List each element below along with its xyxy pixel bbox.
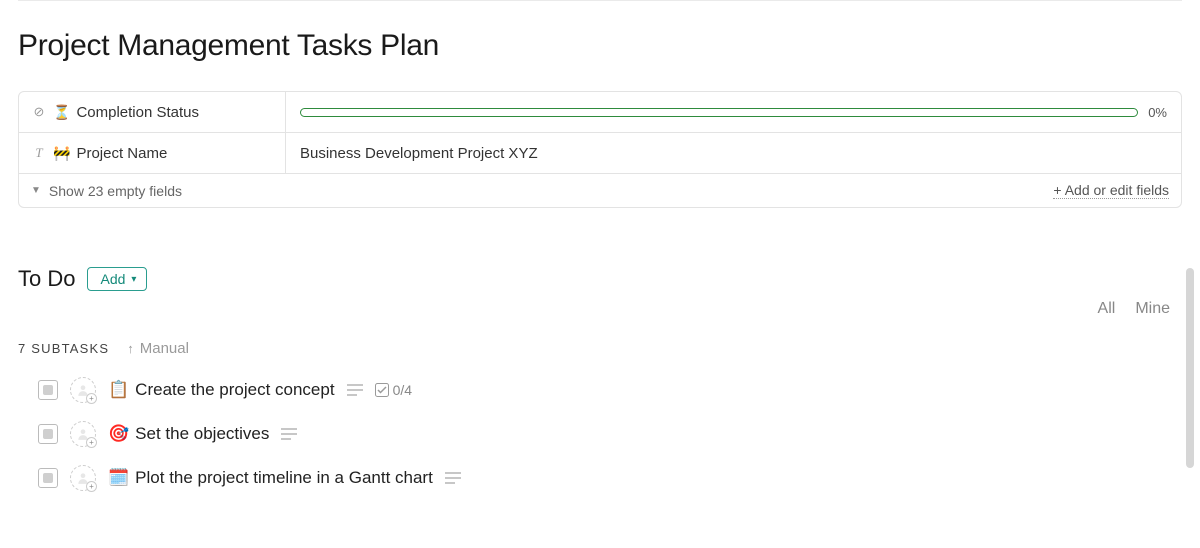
scrollbar-thumb[interactable]: [1186, 268, 1194, 468]
add-button-label: Add: [100, 271, 125, 287]
filter-mine[interactable]: Mine: [1135, 300, 1170, 318]
link-type-icon: ⊘: [31, 104, 47, 120]
page-title: Project Management Tasks Plan: [18, 29, 1182, 63]
plus-badge-icon: +: [86, 481, 97, 492]
add-edit-fields[interactable]: + Add or edit fields: [1053, 182, 1169, 199]
progress-percent: 0%: [1148, 105, 1167, 120]
caret-down-icon: ▼: [31, 185, 41, 196]
task-checkbox[interactable]: [38, 468, 58, 488]
add-button[interactable]: Add ▾: [87, 267, 147, 291]
subtasks-meta: 7 SUBTASKS ↑ Manual: [18, 340, 1182, 357]
assignee-picker[interactable]: +: [70, 421, 96, 447]
field-row-completion: ⊘ ⏳ Completion Status 0%: [19, 92, 1181, 133]
task-checkbox[interactable]: [38, 380, 58, 400]
field-label-project-name: T 🚧 Project Name: [19, 133, 286, 173]
checklist-count: 0/4: [393, 382, 412, 398]
field-label-completion: ⊘ ⏳ Completion Status: [19, 92, 286, 132]
task-list: + 📋 Create the project concept 0/4 + 🎯 Set…: [18, 377, 1182, 491]
todo-heading: To Do: [18, 266, 75, 292]
task-filters: All Mine: [1098, 300, 1170, 318]
target-icon: 🎯: [108, 424, 129, 443]
field-label-text: Project Name: [76, 145, 167, 162]
description-icon: [281, 428, 297, 440]
assignee-picker[interactable]: +: [70, 377, 96, 403]
task-title[interactable]: 📋 Create the project concept: [108, 380, 335, 400]
show-empty-fields[interactable]: ▼ Show 23 empty fields: [31, 183, 182, 199]
task-title-text: Set the objectives: [135, 424, 269, 443]
progress-bar: [300, 108, 1138, 117]
fields-table: ⊘ ⏳ Completion Status 0% T 🚧 Project Nam…: [18, 91, 1182, 208]
sort-label: Manual: [140, 340, 189, 357]
task-checkbox[interactable]: [38, 424, 58, 444]
sort-toggle[interactable]: ↑ Manual: [127, 340, 189, 357]
task-row[interactable]: + 🎯 Set the objectives: [38, 421, 1182, 447]
description-icon: [445, 472, 461, 484]
construction-icon: 🚧: [53, 145, 70, 162]
task-row[interactable]: + 📋 Create the project concept 0/4: [38, 377, 1182, 403]
task-title-text: Create the project concept: [135, 380, 334, 399]
text-type-icon: T: [31, 145, 47, 161]
hourglass-icon: ⏳: [53, 104, 70, 121]
task-row[interactable]: + 🗓️ Plot the project timeline in a Gantt…: [38, 465, 1182, 491]
assignee-picker[interactable]: +: [70, 465, 96, 491]
filter-all[interactable]: All: [1098, 300, 1116, 318]
checklist-indicator[interactable]: 0/4: [375, 382, 412, 398]
field-row-project-name: T 🚧 Project Name Business Development Pr…: [19, 133, 1181, 174]
caret-down-icon: ▾: [131, 274, 136, 285]
todo-section-header: To Do Add ▾: [18, 266, 1182, 292]
scrollbar[interactable]: [1186, 8, 1196, 540]
field-label-text: Completion Status: [76, 104, 199, 121]
fields-footer: ▼ Show 23 empty fields + Add or edit fie…: [19, 174, 1181, 207]
plus-badge-icon: +: [86, 393, 97, 404]
description-icon: [347, 384, 363, 396]
clipboard-icon: 📋: [108, 380, 129, 399]
calendar-icon: 🗓️: [108, 468, 129, 487]
subtasks-count: 7 SUBTASKS: [18, 341, 109, 356]
completion-progress: 0%: [286, 92, 1181, 132]
task-title[interactable]: 🎯 Set the objectives: [108, 424, 269, 444]
task-title-text: Plot the project timeline in a Gantt cha…: [135, 468, 433, 487]
plus-badge-icon: +: [86, 437, 97, 448]
project-name-value[interactable]: Business Development Project XYZ: [286, 133, 1181, 173]
task-title[interactable]: 🗓️ Plot the project timeline in a Gantt c…: [108, 468, 433, 488]
show-empty-label: Show 23 empty fields: [49, 183, 182, 199]
arrow-up-icon: ↑: [127, 341, 134, 356]
